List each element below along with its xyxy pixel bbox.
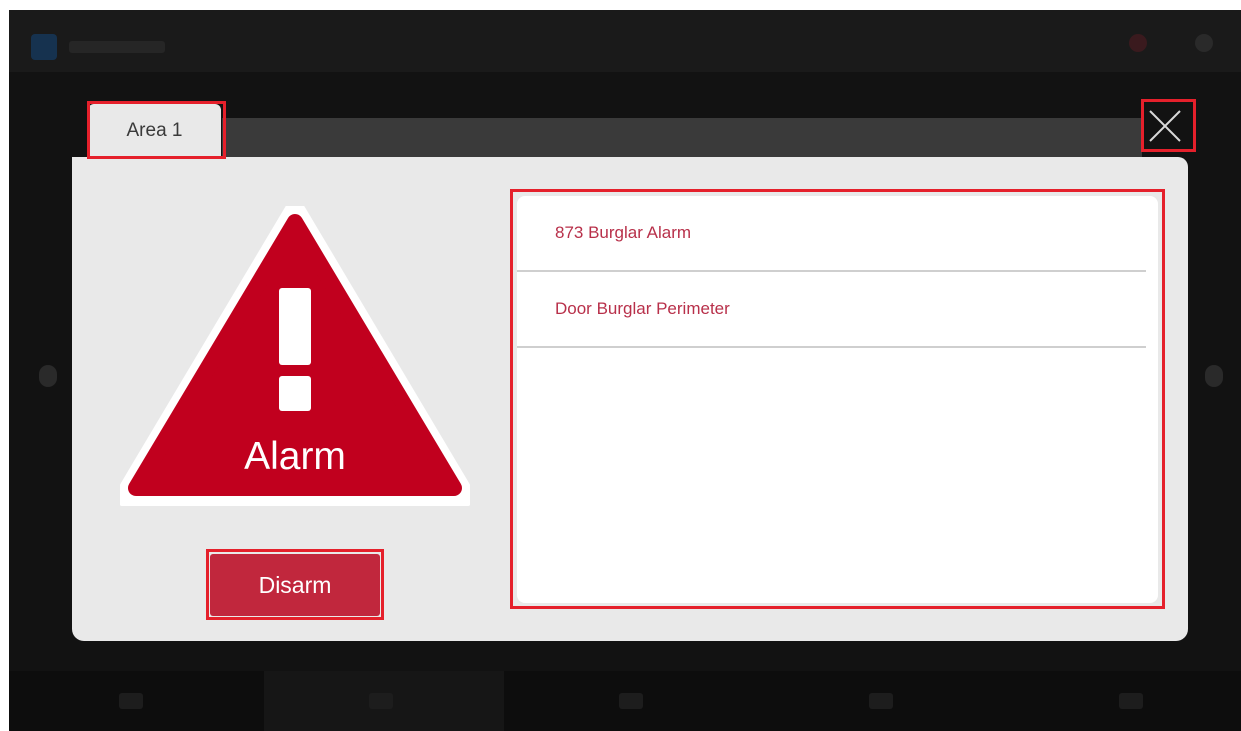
close-icon [1149, 110, 1181, 142]
bottom-nav-item [119, 693, 143, 709]
tab-strip [222, 118, 1142, 157]
notification-icon [1129, 34, 1147, 52]
exclamation-bar [279, 288, 311, 365]
exclamation-dot [279, 376, 311, 411]
list-item[interactable]: Door Burglar Perimeter [517, 272, 1146, 348]
prev-arrow-icon [39, 365, 57, 387]
bottom-nav-item [869, 693, 893, 709]
menu-icon [1195, 34, 1213, 52]
tab-area-1[interactable]: Area 1 [88, 104, 221, 157]
app-title-dimmed [69, 41, 165, 53]
list-item[interactable]: 873 Burglar Alarm [517, 196, 1146, 272]
alarm-event-list: 873 Burglar Alarm Door Burglar Perimeter [517, 196, 1158, 603]
disarm-button[interactable]: Disarm [210, 554, 380, 616]
bottom-nav-item [1119, 693, 1143, 709]
alarm-status-label: Alarm [244, 435, 346, 478]
bottom-nav-item [619, 693, 643, 709]
close-button[interactable] [1138, 103, 1192, 149]
app-top-bar [9, 10, 1241, 72]
next-arrow-icon [1205, 365, 1223, 387]
bottom-nav-item [369, 693, 393, 709]
app-logo [31, 34, 57, 60]
bottom-nav-bar [9, 671, 1241, 731]
